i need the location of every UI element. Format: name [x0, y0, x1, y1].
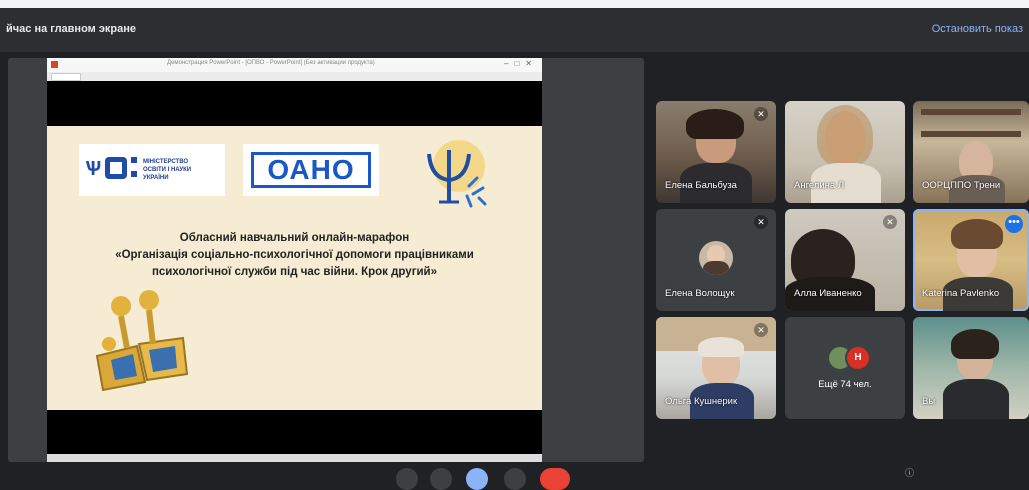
slide-line-3: психологічної служби під час війни. Крок… [151, 266, 438, 278]
ppt-titlebar: Демонстрация PowerPoint - [ОПВО - PowerP… [47, 58, 542, 72]
participant-hair [951, 219, 1003, 249]
participant-hair [817, 105, 873, 167]
mic-off-icon: ✕ [883, 215, 897, 229]
mic-off-icon: ✕ [754, 215, 768, 229]
shelf-decor [921, 131, 1021, 137]
oano-logo-text: ОАНО [251, 152, 371, 188]
ministry-o-mark [105, 157, 127, 179]
participant-hair [686, 109, 744, 139]
ppt-tab[interactable] [51, 73, 81, 81]
participant-tile[interactable]: ООРЦППО Трени [913, 101, 1029, 203]
participant-name: Katerina Pavlenko [922, 288, 1000, 299]
participant-tile[interactable]: ✕ Алла Иваненко [785, 209, 905, 311]
mic-button[interactable] [396, 468, 418, 490]
participant-avatar-letter: Н [845, 345, 871, 371]
participant-name: Алла Иваненко [794, 288, 862, 299]
presentation-header: йчас на главном экране Остановить показ [0, 8, 1029, 52]
participant-tile[interactable]: Ангелина Л [785, 101, 905, 203]
more-button[interactable] [504, 468, 526, 490]
participant-name: Елена Бальбуза [665, 180, 737, 191]
participant-name: Елена Волощук [665, 288, 735, 299]
participant-hair [698, 337, 744, 357]
more-participants-count: Ещё 74 чел. [818, 379, 872, 390]
shelf-decor [921, 109, 1021, 115]
camera-button[interactable] [430, 468, 452, 490]
participant-tile[interactable]: ✕ Ольга Кушнерик [656, 317, 776, 419]
participant-name: Вы [922, 396, 936, 407]
powerpoint-window: Демонстрация PowerPoint - [ОПВО - PowerP… [47, 58, 542, 462]
slide-line-1: Обласний навчальний онлайн-марафон [179, 232, 410, 244]
more-participants-tile[interactable]: Н Ещё 74 чел. [785, 317, 905, 419]
ppt-statusbar [47, 454, 542, 462]
participant-hair [951, 329, 999, 359]
presentation-slide: Ѱ МІНІСТЕРСТВО ОСВІТИ І НАУКИ УКРАЇНИ ОА… [47, 126, 542, 410]
browser-top-strip [0, 0, 1029, 8]
ministry-logo-text: МІНІСТЕРСТВО ОСВІТИ І НАУКИ УКРАЇНИ [143, 159, 192, 181]
present-button[interactable] [466, 468, 488, 490]
ppt-window-title: Демонстрация PowerPoint - [ОПВО - PowerP… [167, 60, 375, 66]
ppt-toolbar [47, 72, 542, 81]
ministry-colon-mark [131, 157, 137, 179]
participant-name: ООРЦППО Трени [922, 180, 1001, 191]
ministry-logo: Ѱ МІНІСТЕРСТВО ОСВІТИ І НАУКИ УКРАЇНИ [79, 144, 225, 196]
leave-call-button[interactable] [540, 468, 570, 490]
slide-title-block: Обласний навчальний онлайн-марафон «Орга… [47, 230, 542, 281]
participant-tile[interactable]: ✕ Елена Бальбуза [656, 101, 776, 203]
psychology-logo-icon [427, 140, 487, 208]
powerpoint-app-icon [51, 61, 58, 68]
trident-icon: Ѱ [85, 158, 102, 180]
participant-tile-active[interactable]: ••• Katerina Pavlenko [913, 209, 1029, 311]
self-view-tile[interactable]: Вы [913, 317, 1029, 419]
presenting-status-text: йчас на главном экране [6, 23, 137, 35]
window-controls-icon[interactable]: –□✕ [504, 59, 538, 68]
participant-tile[interactable]: ✕ Елена Волощук [656, 209, 776, 311]
mic-off-icon: ✕ [754, 323, 768, 337]
mic-off-icon: ✕ [754, 107, 768, 121]
participant-body [943, 379, 1009, 419]
oano-logo: ОАНО [243, 144, 379, 196]
stop-presenting-button[interactable]: Остановить показ [932, 23, 1023, 35]
participant-avatar [699, 241, 733, 275]
more-options-icon[interactable]: ••• [1005, 215, 1023, 233]
teamwork-clipart-icon [95, 290, 189, 392]
participant-name: Ольга Кушнерик [665, 396, 738, 407]
info-icon[interactable]: ⓘ [905, 466, 914, 479]
slide-line-2: «Організація соціально-психологічної доп… [115, 249, 474, 261]
participant-name: Ангелина Л [794, 180, 845, 191]
